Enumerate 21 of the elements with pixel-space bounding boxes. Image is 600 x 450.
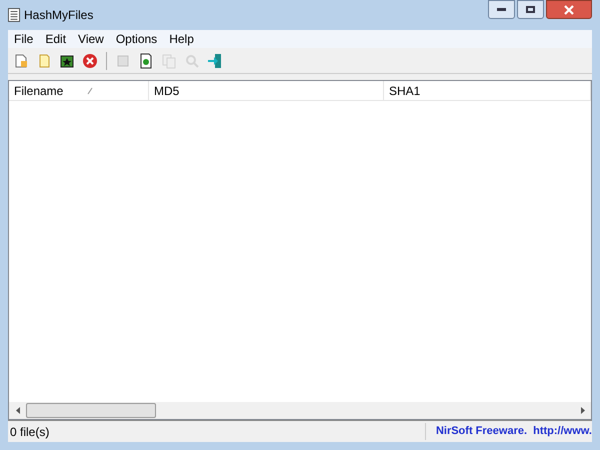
- app-icon: [8, 8, 20, 22]
- close-button[interactable]: [546, 0, 592, 19]
- scrollbar-thumb[interactable]: [26, 403, 156, 418]
- nirsoft-link[interactable]: NirSoft Freeware. http://www.: [424, 423, 592, 440]
- menu-item[interactable]: Help: [163, 30, 200, 48]
- minimize-button[interactable]: [488, 0, 515, 19]
- column-header[interactable]: Filename: [9, 81, 149, 100]
- menu-item[interactable]: File: [8, 30, 40, 48]
- toolbar-separator: [106, 52, 107, 70]
- close-icon: [564, 4, 574, 14]
- menu-item[interactable]: Edit: [39, 30, 72, 48]
- column-header[interactable]: SHA1: [384, 81, 591, 100]
- column-header[interactable]: MD5: [149, 81, 384, 100]
- maximize-button[interactable]: [517, 0, 544, 19]
- delete-icon[interactable]: [81, 52, 99, 70]
- file-count: 0 file(s): [9, 424, 50, 440]
- menu-item[interactable]: View: [72, 30, 110, 48]
- menu-item[interactable]: Options: [110, 30, 164, 48]
- horizontal-scrollbar[interactable]: [9, 402, 591, 419]
- exit-icon[interactable]: [206, 52, 224, 70]
- window-title: HashMyFiles: [24, 7, 94, 24]
